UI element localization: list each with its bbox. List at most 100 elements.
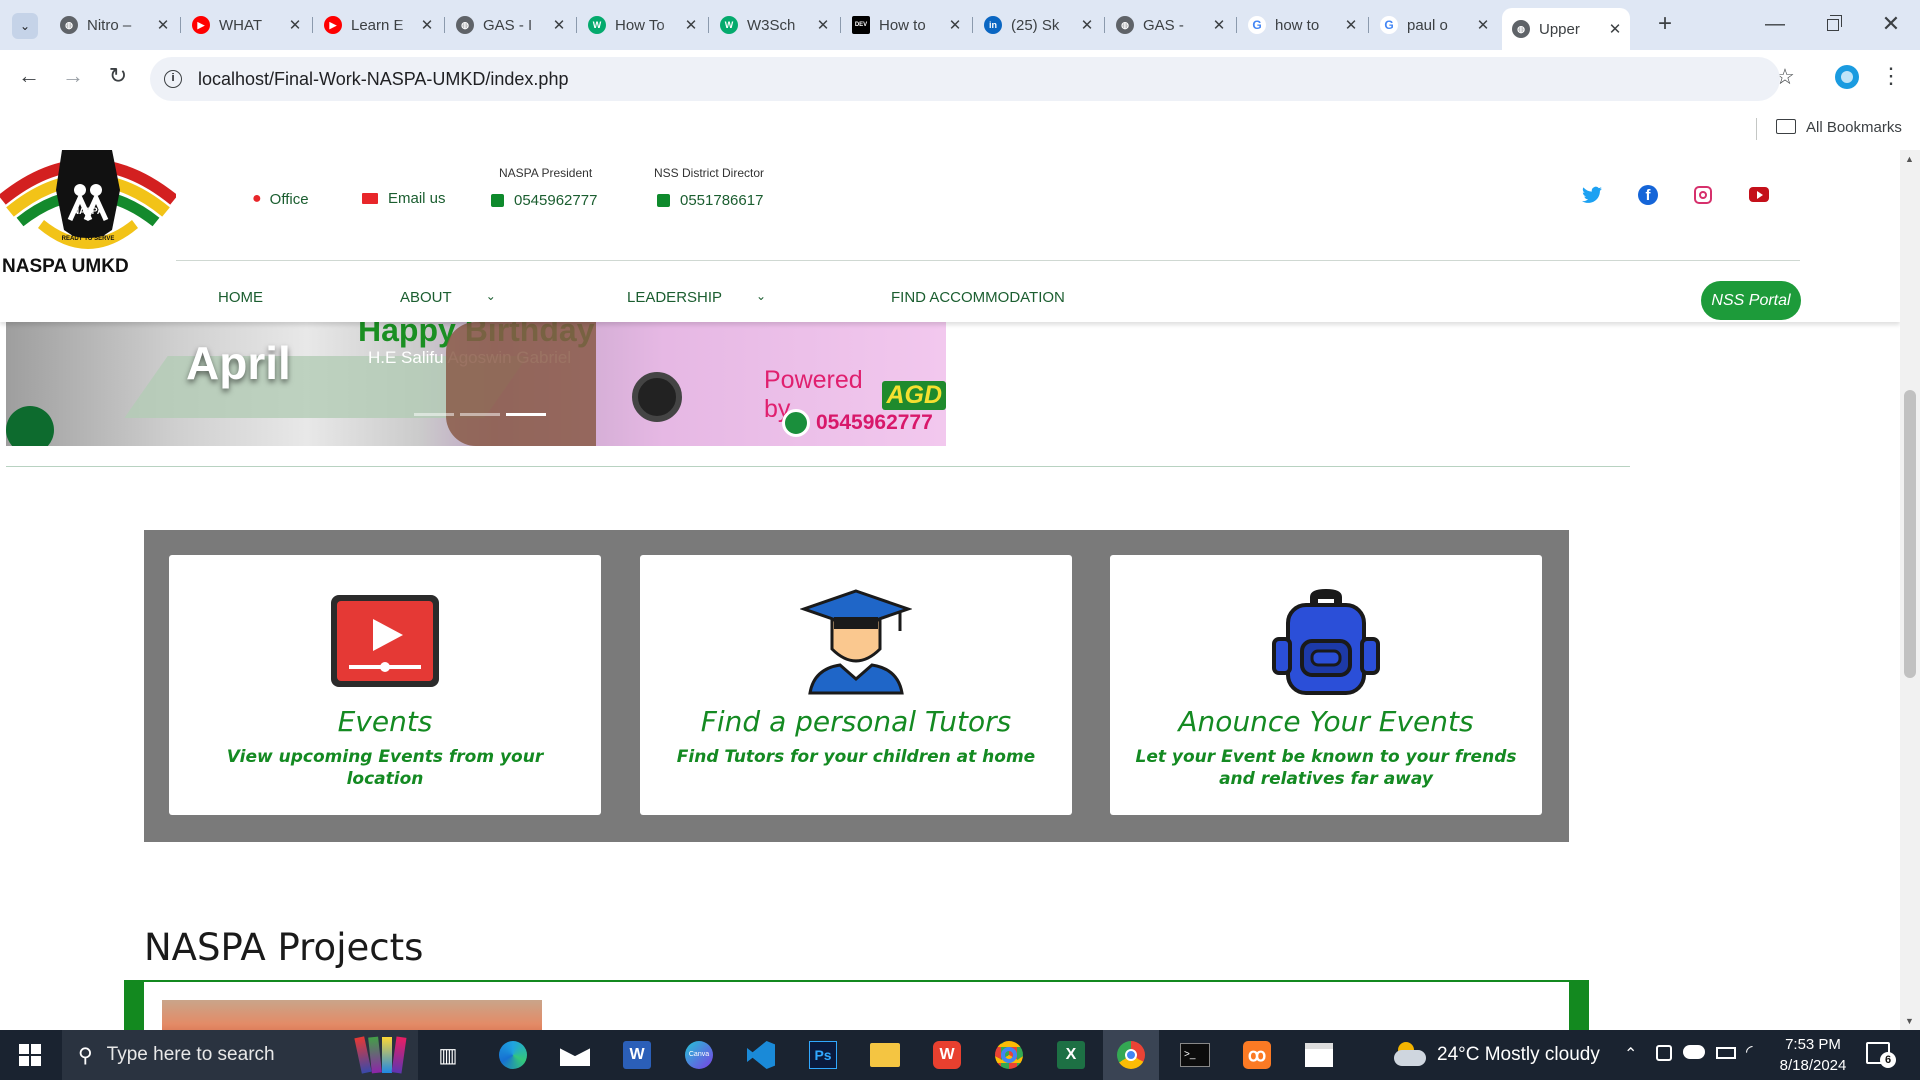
close-tab-icon[interactable]: ✕ — [416, 16, 438, 34]
system-clock[interactable]: 7:53 PM 8/18/2024 — [1776, 1034, 1850, 1076]
nav-leadership-label: LEADERSHIP — [627, 289, 723, 306]
scroll-down-icon[interactable]: ▼ — [1905, 1016, 1914, 1026]
close-tab-icon[interactable]: ✕ — [680, 16, 702, 34]
dev-icon: DEV — [852, 16, 870, 34]
events-card[interactable]: Events View upcoming Events from your lo… — [169, 555, 601, 815]
notifications-icon[interactable]: 6 — [1866, 1042, 1896, 1068]
weather-cloudy-icon[interactable] — [1392, 1040, 1428, 1070]
project-thumbnail[interactable] — [162, 1000, 542, 1030]
close-tab-icon[interactable]: ✕ — [1340, 16, 1362, 34]
browser-tab[interactable]: in (25) Sk ✕ — [974, 8, 1102, 42]
chrome-profile-icon[interactable] — [989, 1036, 1029, 1074]
onedrive-cloud-icon[interactable] — [1683, 1045, 1705, 1059]
banner-month: April — [186, 337, 291, 389]
browser-tab[interactable]: ◍ Nitro – ✕ — [50, 8, 178, 42]
nav-about[interactable]: ABOUT ⌄ — [400, 289, 496, 306]
close-tab-icon[interactable]: ✕ — [812, 16, 834, 34]
chrome-active-icon[interactable] — [1103, 1030, 1159, 1080]
more-menu-icon[interactable]: ⋮ — [1880, 61, 1902, 91]
scroll-up-icon[interactable]: ▲ — [1905, 154, 1914, 164]
director-phone-link[interactable]: 0551786617 — [657, 192, 763, 209]
close-tab-icon[interactable]: ✕ — [1208, 16, 1230, 34]
windows-start-icon[interactable] — [10, 1036, 50, 1074]
nav-leadership[interactable]: LEADERSHIP ⌄ — [627, 289, 766, 306]
browser-tab[interactable]: ◍ GAS - ✕ — [1106, 8, 1234, 42]
close-tab-icon[interactable]: ✕ — [1076, 16, 1098, 34]
show-hidden-icons-chevron-icon[interactable]: ⌃ — [1624, 1044, 1637, 1064]
browser-tab[interactable]: Gpaul o ✕ — [1370, 8, 1498, 42]
restore-window-icon[interactable] — [1820, 12, 1846, 38]
browser-tab[interactable]: ▶ WHAT ✕ — [182, 8, 310, 42]
announce-card-text: Let your Event be known to your frends a… — [1135, 747, 1517, 789]
nss-portal-button[interactable]: NSS Portal — [1701, 281, 1801, 320]
task-view-icon[interactable]: ▥ — [428, 1036, 468, 1074]
profile-avatar[interactable] — [1835, 65, 1859, 89]
twitter-icon[interactable] — [1582, 186, 1602, 206]
browser-tab[interactable]: ◍ Upper ✕ — [1502, 8, 1630, 50]
tutors-card[interactable]: Find a personal Tutors Find Tutors for y… — [640, 555, 1072, 815]
browser-tab[interactable]: W How To ✕ — [578, 8, 706, 42]
wps-office-icon[interactable]: W — [927, 1036, 967, 1074]
back-icon[interactable]: ← — [14, 61, 44, 91]
page-scrollbar[interactable]: ▲ ▼ — [1900, 150, 1920, 1030]
slider-indicator-active[interactable] — [506, 413, 546, 416]
weather-text[interactable]: 24°C Mostly cloudy — [1437, 1044, 1600, 1066]
close-tab-icon[interactable]: ✕ — [944, 16, 966, 34]
meet-now-icon[interactable] — [1656, 1045, 1672, 1061]
battery-icon[interactable] — [1716, 1047, 1736, 1059]
close-tab-icon[interactable]: ✕ — [1604, 20, 1626, 38]
close-tab-icon[interactable]: ✕ — [284, 16, 306, 34]
all-bookmarks-link[interactable]: All Bookmarks — [1806, 119, 1902, 136]
excel-icon[interactable]: X — [1051, 1036, 1091, 1074]
close-tab-icon[interactable]: ✕ — [548, 16, 570, 34]
browser-tab[interactable]: ▶ Learn E ✕ — [314, 8, 442, 42]
naspa-logo[interactable]: NASPA READY TO SERVE — [0, 150, 178, 255]
slider-nav-button[interactable] — [6, 406, 54, 446]
canva-icon[interactable]: Canva — [679, 1036, 719, 1074]
slider-indicator[interactable] — [460, 413, 500, 416]
instagram-icon[interactable] — [1694, 186, 1712, 204]
close-tab-icon[interactable]: ✕ — [1472, 16, 1494, 34]
close-tab-icon[interactable]: ✕ — [152, 16, 174, 34]
close-window-icon[interactable]: ✕ — [1876, 10, 1906, 40]
scrollbar-thumb[interactable] — [1904, 390, 1916, 678]
office-link[interactable]: ● Office — [252, 190, 309, 208]
browser-tab[interactable]: DEV How to ✕ — [842, 8, 970, 42]
tab-title: Learn E — [351, 16, 404, 34]
word-icon[interactable]: W — [617, 1036, 657, 1074]
minimize-window-icon[interactable]: — — [1760, 10, 1790, 40]
facebook-icon[interactable]: f — [1638, 185, 1658, 205]
slider-indicator[interactable] — [414, 413, 454, 416]
url-text[interactable]: localhost/Final-Work-NASPA-UMKD/index.ph… — [198, 69, 568, 90]
file-explorer-icon[interactable] — [865, 1036, 905, 1074]
agd-logo: AGD — [882, 380, 946, 410]
photoshop-icon[interactable]: Ps — [803, 1036, 843, 1074]
edge-icon[interactable] — [493, 1036, 533, 1074]
youtube-icon: ▶ — [324, 16, 342, 34]
president-phone-link[interactable]: 0545962777 — [491, 192, 597, 209]
site-info-icon[interactable]: i — [164, 70, 182, 88]
terminal-icon[interactable]: >_ — [1175, 1036, 1215, 1074]
announce-card[interactable]: Anounce Your Events Let your Event be kn… — [1110, 555, 1542, 815]
vscode-icon[interactable] — [741, 1036, 781, 1074]
graduate-icon — [800, 589, 912, 695]
email-link[interactable]: Email us — [362, 190, 446, 207]
mail-icon[interactable] — [555, 1036, 595, 1074]
browser-tab[interactable]: W W3Sch ✕ — [710, 8, 838, 42]
forward-icon[interactable]: → — [58, 61, 88, 91]
browser-tab[interactable]: Ghow to ✕ — [1238, 8, 1366, 42]
new-tab-button[interactable]: + — [1650, 10, 1680, 40]
taskbar-search-box[interactable]: ⚲ Type here to search — [62, 1030, 418, 1080]
tab-search-chevron-icon[interactable]: ⌄ — [12, 13, 38, 39]
xampp-icon[interactable]: ꝏ — [1237, 1036, 1277, 1074]
nav-find-accommodation[interactable]: FIND ACCOMMODATION — [891, 289, 1065, 306]
banner-photo-arm — [446, 322, 596, 446]
browser-tab[interactable]: ◍ GAS - I ✕ — [446, 8, 574, 42]
video-editor-icon[interactable] — [1299, 1036, 1339, 1074]
wifi-icon[interactable]: ◜ — [1746, 1042, 1753, 1062]
reload-icon[interactable]: ↻ — [103, 61, 133, 91]
linkedin-icon: in — [984, 16, 1002, 34]
address-bar[interactable]: i localhost/Final-Work-NASPA-UMKD/index.… — [150, 57, 1780, 101]
nav-home[interactable]: HOME — [218, 289, 263, 306]
youtube-icon[interactable] — [1749, 187, 1769, 202]
